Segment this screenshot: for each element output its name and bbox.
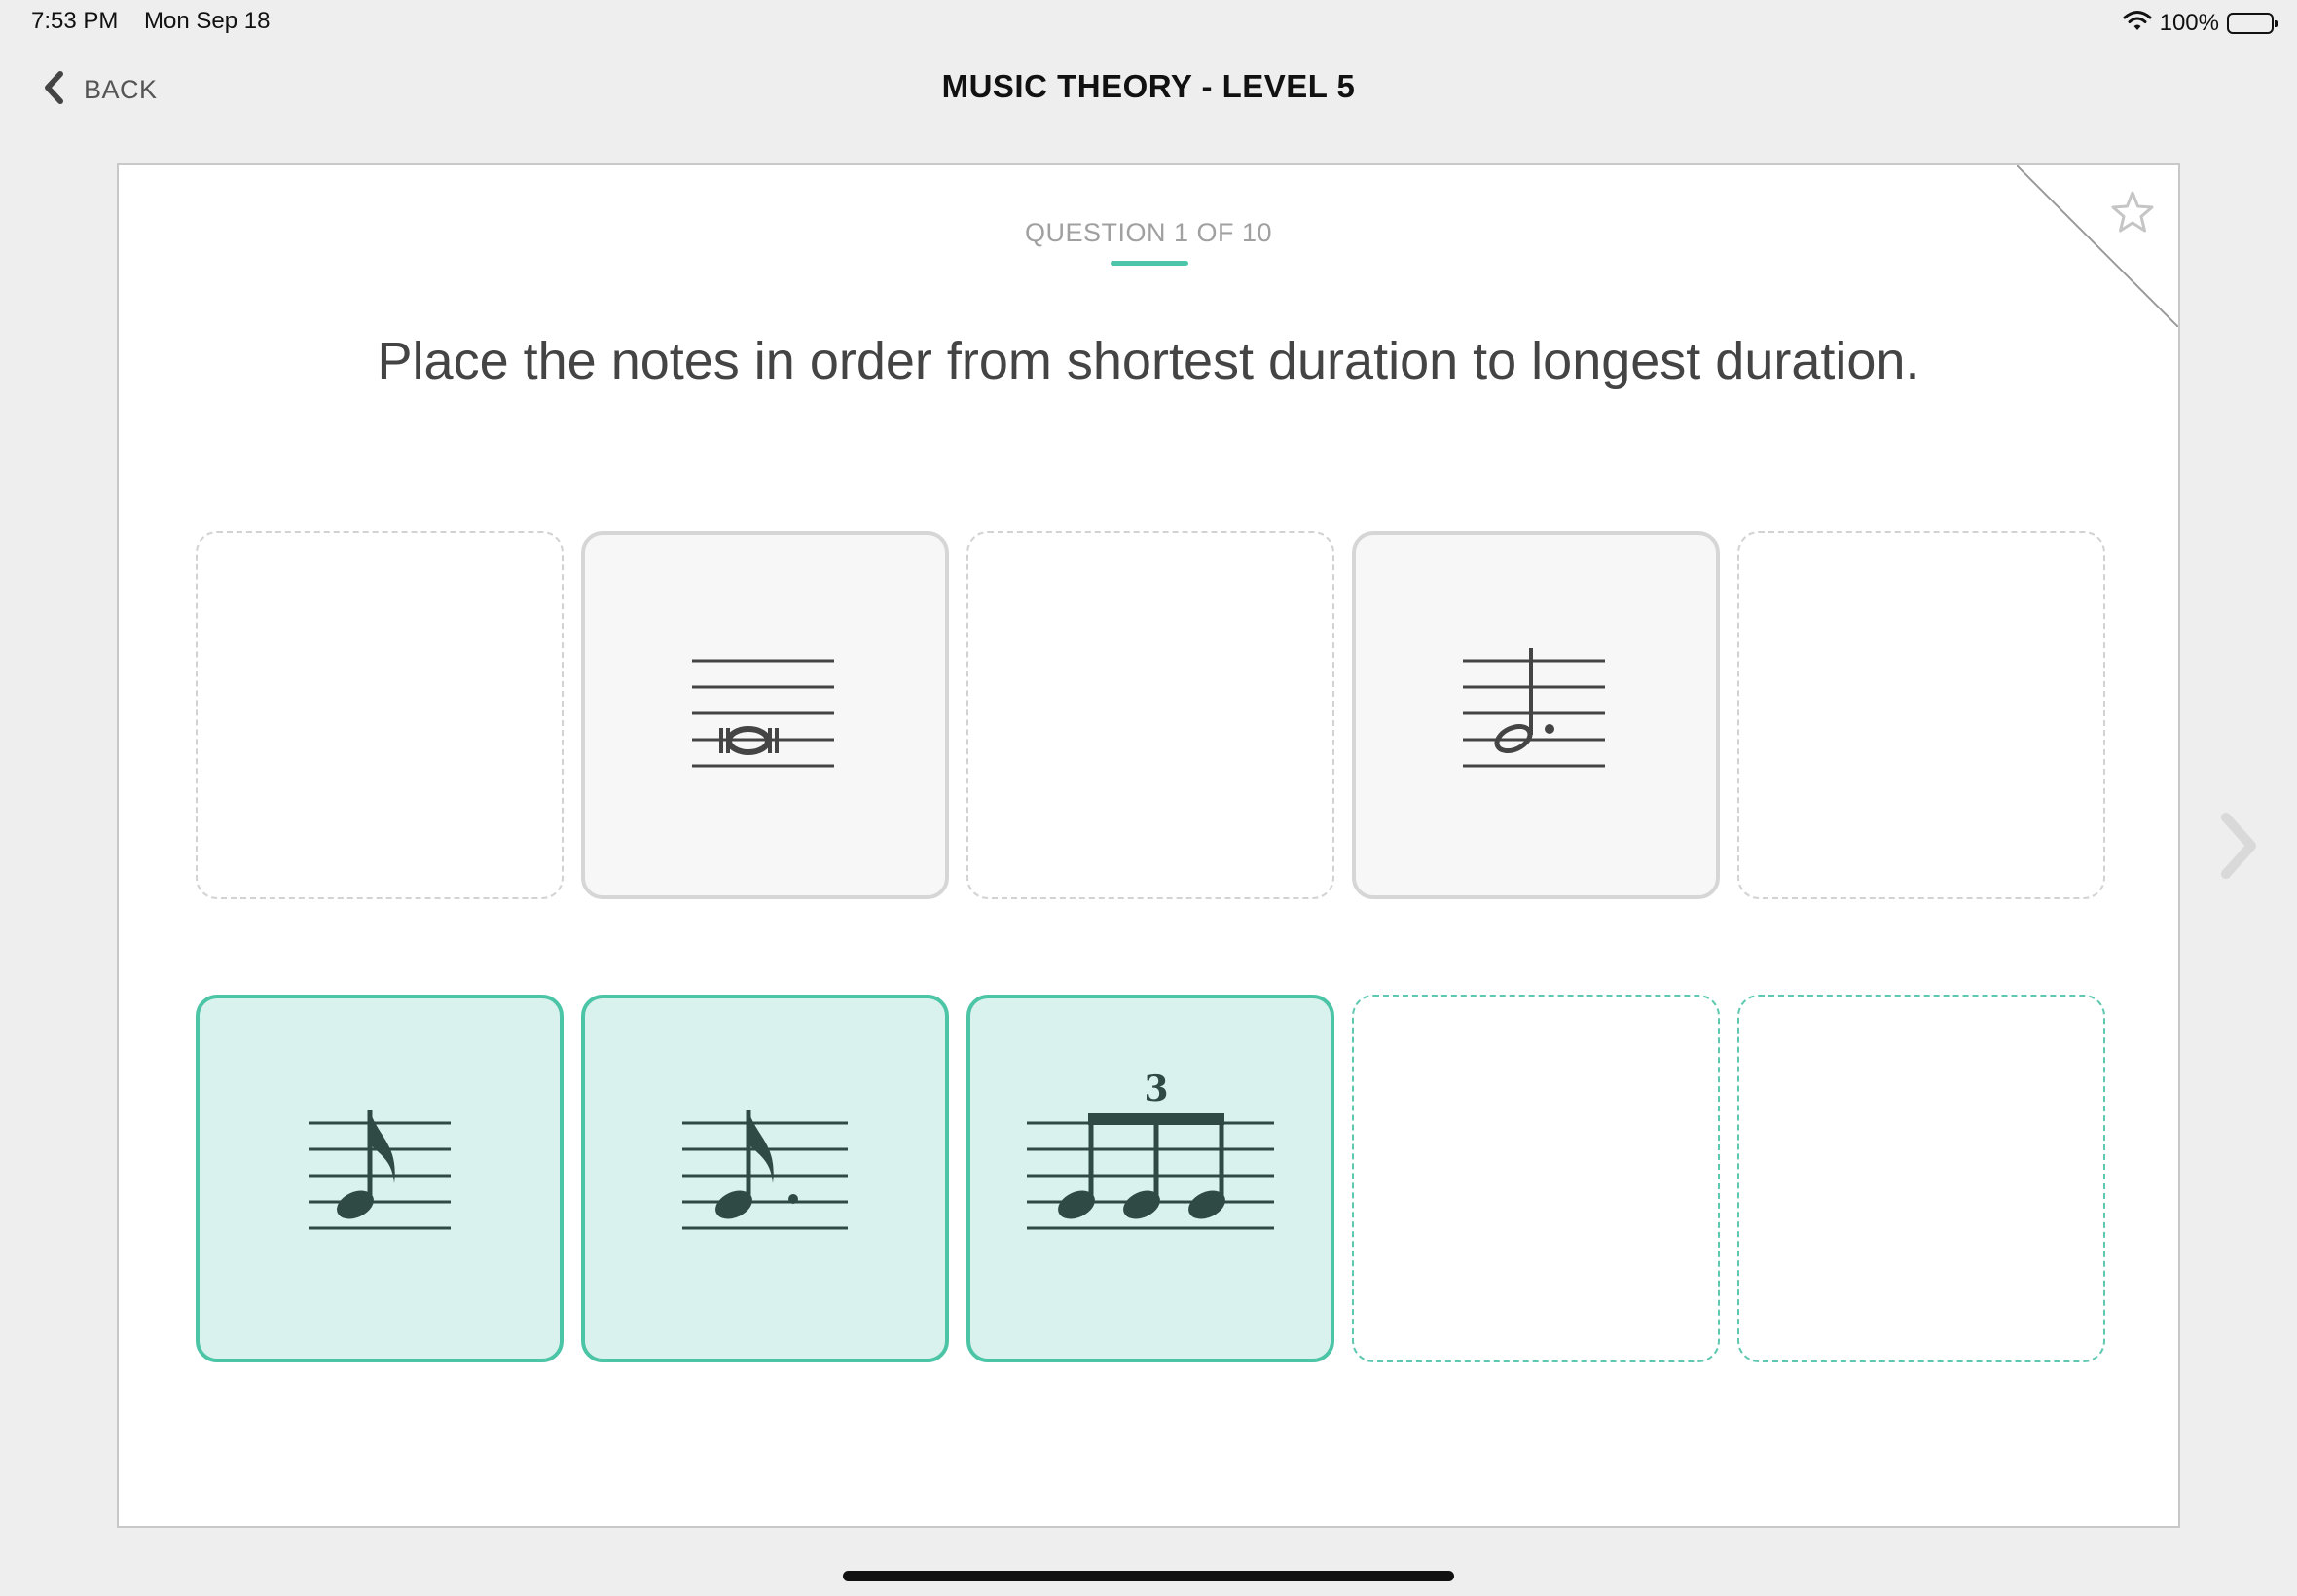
answer-slot-1[interactable] <box>196 531 564 899</box>
dotted-eighth-note-icon <box>682 1110 848 1230</box>
note-bank-slot-4[interactable] <box>1352 995 1720 1362</box>
note-tile-triplet[interactable]: 3 <box>966 995 1334 1362</box>
page-title: MUSIC THEORY - LEVEL 5 <box>941 68 1356 104</box>
double-whole-note-icon <box>692 659 834 768</box>
wifi-icon <box>2123 10 2152 38</box>
question-prompt: Place the notes in order from shortest d… <box>377 332 1920 390</box>
home-indicator[interactable] <box>843 1571 1454 1581</box>
note-tile-eighth[interactable] <box>196 995 564 1362</box>
status-indicators: 100% <box>2123 8 2278 39</box>
answer-slot-2[interactable] <box>581 531 949 899</box>
battery-icon <box>2227 13 2278 34</box>
chevron-right-icon[interactable] <box>2217 812 2260 885</box>
answer-slot-4[interactable] <box>1352 531 1720 899</box>
question-underline <box>1111 261 1188 266</box>
note-tile-dotted-eighth[interactable] <box>581 995 949 1362</box>
eighth-note-icon <box>309 1110 451 1230</box>
quiz-card: QUESTION 1 OF 10 Place the notes in orde… <box>117 163 2180 1528</box>
answer-slot-3[interactable] <box>966 531 1334 899</box>
status-date: Mon Sep 18 <box>144 8 271 34</box>
question-counter: QUESTION 1 OF 10 <box>1024 218 1273 247</box>
dotted-half-note-icon <box>1463 648 1605 768</box>
eighth-note-triplet-icon: 3 <box>1027 1069 1274 1230</box>
note-bank-slot-5[interactable] <box>1737 995 2105 1362</box>
status-time: 7:53 PM <box>31 8 119 34</box>
answer-slot-5[interactable] <box>1737 531 2105 899</box>
tuplet-label: 3 <box>1144 1069 1168 1109</box>
battery-percent: 100% <box>2159 10 2219 36</box>
